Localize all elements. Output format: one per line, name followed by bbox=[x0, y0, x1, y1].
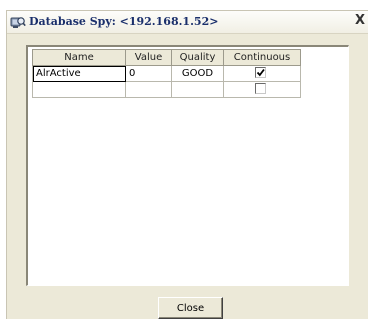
header-row: Name Value Quality Continuous bbox=[32, 49, 301, 66]
title-bar[interactable]: Database Spy: <192.168.1.52> X bbox=[7, 11, 368, 34]
column-header-value[interactable]: Value bbox=[125, 49, 172, 66]
tag-table: Name Value Quality Continuous AlrActive … bbox=[32, 49, 301, 98]
column-header-quality[interactable]: Quality bbox=[171, 49, 224, 66]
table-row[interactable]: AlrActive 0 GOOD bbox=[32, 65, 301, 82]
tag-grid[interactable]: Name Value Quality Continuous AlrActive … bbox=[26, 45, 349, 286]
continuous-checkbox[interactable] bbox=[255, 83, 266, 94]
cell-continuous bbox=[223, 65, 301, 82]
table-row[interactable] bbox=[32, 81, 301, 98]
cell-value[interactable] bbox=[125, 81, 172, 98]
checkmark-icon bbox=[256, 68, 265, 77]
column-header-continuous[interactable]: Continuous bbox=[223, 49, 301, 66]
close-button[interactable]: Close bbox=[158, 297, 223, 319]
window-title: Database Spy: <192.168.1.52> bbox=[29, 15, 219, 28]
cell-name[interactable]: AlrActive bbox=[32, 65, 126, 82]
cell-quality bbox=[171, 81, 224, 98]
cell-name[interactable] bbox=[32, 81, 126, 98]
cell-quality: GOOD bbox=[171, 65, 224, 82]
continuous-checkbox[interactable] bbox=[255, 67, 266, 78]
cell-continuous bbox=[223, 81, 301, 98]
close-window-icon[interactable]: X bbox=[353, 13, 367, 29]
database-spy-icon bbox=[10, 15, 26, 29]
column-header-name[interactable]: Name bbox=[32, 49, 126, 66]
cell-value[interactable]: 0 bbox=[125, 65, 172, 82]
database-spy-dialog: Database Spy: <192.168.1.52> X Name Valu… bbox=[6, 10, 368, 319]
